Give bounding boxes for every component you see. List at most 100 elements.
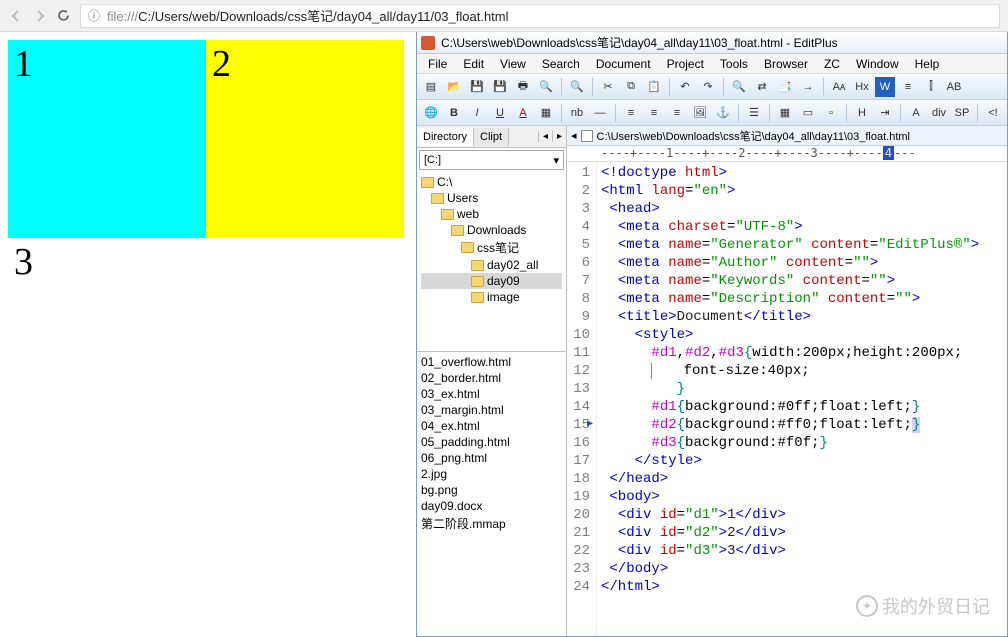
align-left-icon[interactable]: ≡ [621,103,641,123]
forward-button[interactable] [32,8,48,24]
code-line[interactable]: <html lang="en"> [601,182,1003,200]
nbsp-icon[interactable]: nb [567,103,587,123]
tree-item[interactable]: image [421,289,562,305]
sidebar-tab-cliptext[interactable]: Clipt [474,128,509,146]
code-line[interactable]: <meta name="Author" content=""> [601,254,1003,272]
hr-icon[interactable]: — [590,103,610,123]
print-preview-icon[interactable]: 🔍 [536,77,556,97]
code-line[interactable]: #d1,#d2,#d3{width:200px;height:200px; [601,344,1003,362]
menu-zc[interactable]: ZC [817,55,847,73]
code-line[interactable]: #d3{background:#f0f;} [601,434,1003,452]
file-item[interactable]: 03_ex.html [421,386,562,402]
back-button[interactable] [8,8,24,24]
menu-document[interactable]: Document [589,55,658,73]
code-line[interactable]: <meta name="Generator" content="EditPlus… [601,236,1003,254]
directory-tree[interactable]: C:\UserswebDownloadscss笔记day02_allday09i… [417,172,566,352]
code-line[interactable]: </body> [601,560,1003,578]
code-line[interactable]: </head> [601,470,1003,488]
open-icon[interactable]: 📂 [444,77,464,97]
menu-window[interactable]: Window [849,55,906,73]
save-all-icon[interactable]: 💾 [490,77,510,97]
file-item[interactable]: 2.jpg [421,466,562,482]
file-item[interactable]: bg.png [421,482,562,498]
browser-icon[interactable]: 🌐 [421,103,441,123]
font-increase-icon[interactable]: Aᴀ [829,77,849,97]
goto-icon[interactable]: → [798,77,818,97]
file-item[interactable]: 第二阶段.mmap [421,514,562,533]
menu-search[interactable]: Search [535,55,587,73]
code-line[interactable]: <meta name="Keywords" content=""> [601,272,1003,290]
tree-item[interactable]: Downloads [421,222,562,238]
tree-item[interactable]: css笔记 [421,238,562,257]
code-line[interactable]: <div id="d1">1</div> [601,506,1003,524]
code-line[interactable]: <style> [601,326,1003,344]
file-list[interactable]: 01_overflow.html02_border.html03_ex.html… [417,352,566,636]
tree-item[interactable]: day09 [421,273,562,289]
bold-icon[interactable]: B [444,103,464,123]
code-line[interactable]: <!doctype html> [601,164,1003,182]
code-line[interactable]: <meta charset="UTF-8"> [601,218,1003,236]
image-icon[interactable]: 🖼 [690,103,710,123]
tr-icon[interactable]: ▭ [798,103,818,123]
menu-edit[interactable]: Edit [456,55,491,73]
code-line[interactable]: </html> [601,578,1003,596]
menu-help[interactable]: Help [908,55,947,73]
align-right-icon[interactable]: ≡ [667,103,687,123]
tree-item[interactable]: day02_all [421,257,562,273]
indent-icon[interactable]: ⇥ [875,103,895,123]
hex-icon[interactable]: Hx [852,77,872,97]
reload-button[interactable] [56,8,72,24]
table-icon[interactable]: ▦ [775,103,795,123]
file-item[interactable]: day09.docx [421,498,562,514]
italic-icon[interactable]: I [467,103,487,123]
word-wrap-icon[interactable]: W [875,77,895,97]
code-lines[interactable]: <!doctype html><html lang="en"> <head> <… [597,162,1007,636]
paste-icon[interactable]: 📋 [644,77,664,97]
tab-prev-icon[interactable]: ◂ [571,129,577,142]
tree-item[interactable]: C:\ [421,174,562,190]
menu-browser[interactable]: Browser [757,55,815,73]
cut-icon[interactable]: ✂ [598,77,618,97]
menu-tools[interactable]: Tools [713,55,755,73]
code-line[interactable]: <title>Document</title> [601,308,1003,326]
file-item[interactable]: 02_border.html [421,370,562,386]
replace-icon[interactable]: ⇄ [752,77,772,97]
heading-icon[interactable]: H [852,103,872,123]
syntax-icon[interactable]: AB [944,77,964,97]
list-icon[interactable]: ☰ [744,103,764,123]
code-line[interactable]: #d1{background:#0ff;float:left;} [601,398,1003,416]
code-line[interactable]: <div id="d3">3</div> [601,542,1003,560]
file-item[interactable]: 05_padding.html [421,434,562,450]
sidebar-prev-icon[interactable]: ◂ [538,131,552,142]
menu-view[interactable]: View [493,55,533,73]
find-icon[interactable]: 🔍 [567,77,587,97]
font-icon[interactable]: A [906,103,926,123]
td-icon[interactable]: ▫ [821,103,841,123]
address-bar[interactable]: ⓘ file:///C:/Users/web/Downloads/css笔记/d… [80,4,1000,28]
find-in-files-icon[interactable]: 📑 [775,77,795,97]
undo-icon[interactable]: ↶ [675,77,695,97]
print-icon[interactable]: 🖶 [513,77,533,97]
sidebar-next-icon[interactable]: ▸ [552,131,566,142]
code-line[interactable]: } [601,380,1003,398]
active-file-tab[interactable]: C:\Users\web\Downloads\css笔记\day04_all\d… [597,128,910,144]
redo-icon[interactable]: ↷ [698,77,718,97]
anchor-icon[interactable]: ⚓ [713,103,733,123]
drive-selector[interactable]: [C:] ▾ [419,150,564,170]
code-editor[interactable]: 123456789101112131415161718192021222324 … [567,162,1007,636]
tree-item[interactable]: Users [421,190,562,206]
sidebar-tab-directory[interactable]: Directory [417,128,474,146]
code-line[interactable]: <meta name="Description" content=""> [601,290,1003,308]
file-item[interactable]: 04_ex.html [421,418,562,434]
line-numbers-icon[interactable]: ≡ [898,77,918,97]
save-icon[interactable]: 💾 [467,77,487,97]
bg-color-icon[interactable]: ▦ [536,103,556,123]
align-center-icon[interactable]: ≡ [644,103,664,123]
code-line[interactable]: #d2{background:#ff0;float:left;}▶ [601,416,1003,434]
copy-icon[interactable]: ⧉ [621,77,641,97]
code-line[interactable]: </style> [601,452,1003,470]
file-item[interactable]: 06_png.html [421,450,562,466]
code-line[interactable]: font-size:40px; [601,362,1003,380]
underline-icon[interactable]: U [490,103,510,123]
menu-project[interactable]: Project [660,55,711,73]
